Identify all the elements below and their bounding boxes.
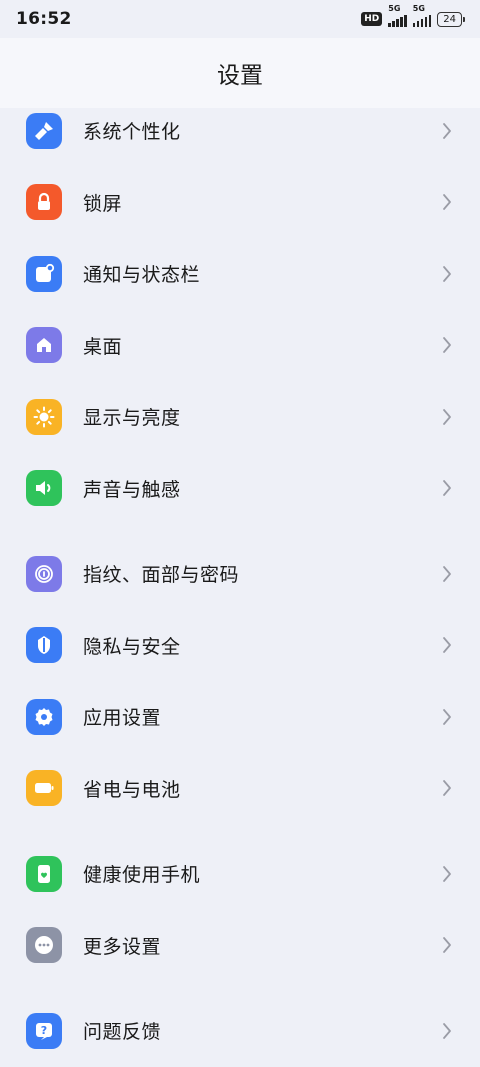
settings-item-label: 锁屏 [83, 192, 123, 215]
brush-icon [26, 112, 62, 149]
settings-item-personalization[interactable]: 系统个性化 [0, 95, 480, 167]
status-icons: HD 5G 5G 24 [361, 4, 465, 27]
status-bar: 16:52 HD 5G 5G 24 [0, 0, 480, 38]
settings-item-label: 桌面 [83, 335, 123, 358]
settings-item-digital-wellbeing[interactable]: 健康使用手机 [0, 838, 480, 910]
chevron-right-icon [440, 564, 454, 584]
help-icon: ? [26, 1012, 62, 1049]
settings-item-label: 更多设置 [83, 935, 162, 958]
settings-item-display[interactable]: 显示与亮度 [0, 381, 480, 453]
signal-icon-2: 5G [412, 4, 432, 27]
svg-text:?: ? [41, 1024, 47, 1037]
chevron-right-icon [440, 778, 454, 798]
settings-item-label: 指纹、面部与密码 [83, 564, 240, 587]
group-separator [0, 524, 480, 538]
battery-indicator: 24 [437, 11, 465, 27]
settings-item-label: 问题反馈 [83, 1021, 162, 1044]
settings-item-label: 隐私与安全 [83, 635, 181, 658]
shield-icon [26, 627, 62, 664]
notification-icon [26, 255, 62, 292]
settings-item-battery[interactable]: 省电与电池 [0, 753, 480, 825]
settings-item-more[interactable]: 更多设置 [0, 910, 480, 982]
more-icon [26, 927, 62, 964]
settings-item-label: 系统个性化 [83, 121, 181, 144]
chevron-right-icon [440, 121, 454, 141]
lock-icon [26, 184, 62, 221]
settings-item-privacy[interactable]: 隐私与安全 [0, 610, 480, 682]
speaker-icon [26, 470, 62, 507]
fingerprint-icon [26, 555, 62, 592]
page-title: 设置 [217, 63, 263, 89]
settings-item-sound[interactable]: 声音与触感 [0, 453, 480, 525]
settings-item-label: 通知与状态栏 [83, 264, 201, 287]
chevron-right-icon [440, 707, 454, 727]
settings-item-label: 显示与亮度 [83, 407, 181, 430]
chevron-right-icon [440, 407, 454, 427]
chevron-right-icon [440, 1021, 454, 1041]
health-phone-icon [26, 855, 62, 892]
chevron-right-icon [440, 335, 454, 355]
settings-item-biometrics[interactable]: 指纹、面部与密码 [0, 538, 480, 610]
chevron-right-icon [440, 478, 454, 498]
settings-item-label: 声音与触感 [83, 478, 181, 501]
settings-item-desktop[interactable]: 桌面 [0, 310, 480, 382]
home-icon [26, 327, 62, 364]
settings-list: 系统个性化 锁屏 通知与状态栏 桌面 显示与亮度 声音与触感 指纹、面部与密码 … [0, 95, 480, 1067]
chevron-right-icon [440, 192, 454, 212]
chevron-right-icon [440, 864, 454, 884]
chevron-right-icon [440, 635, 454, 655]
settings-item-label: 省电与电池 [83, 778, 181, 801]
battery-icon [26, 770, 62, 807]
settings-item-label: 应用设置 [83, 707, 162, 730]
settings-item-notifications[interactable]: 通知与状态栏 [0, 238, 480, 310]
hd-voice-icon: HD [361, 12, 383, 26]
settings-item-lockscreen[interactable]: 锁屏 [0, 167, 480, 239]
signal-icon-1: 5G [388, 4, 407, 27]
settings-item-label: 健康使用手机 [83, 864, 201, 887]
group-separator [0, 824, 480, 838]
status-time: 16:52 [16, 9, 72, 29]
settings-item-apps[interactable]: 应用设置 [0, 681, 480, 753]
chevron-right-icon [440, 264, 454, 284]
group-separator [0, 981, 480, 995]
chevron-right-icon [440, 935, 454, 955]
sun-icon [26, 398, 62, 435]
settings-item-feedback[interactable]: ? 问题反馈 [0, 995, 480, 1067]
gear-icon [26, 698, 62, 735]
